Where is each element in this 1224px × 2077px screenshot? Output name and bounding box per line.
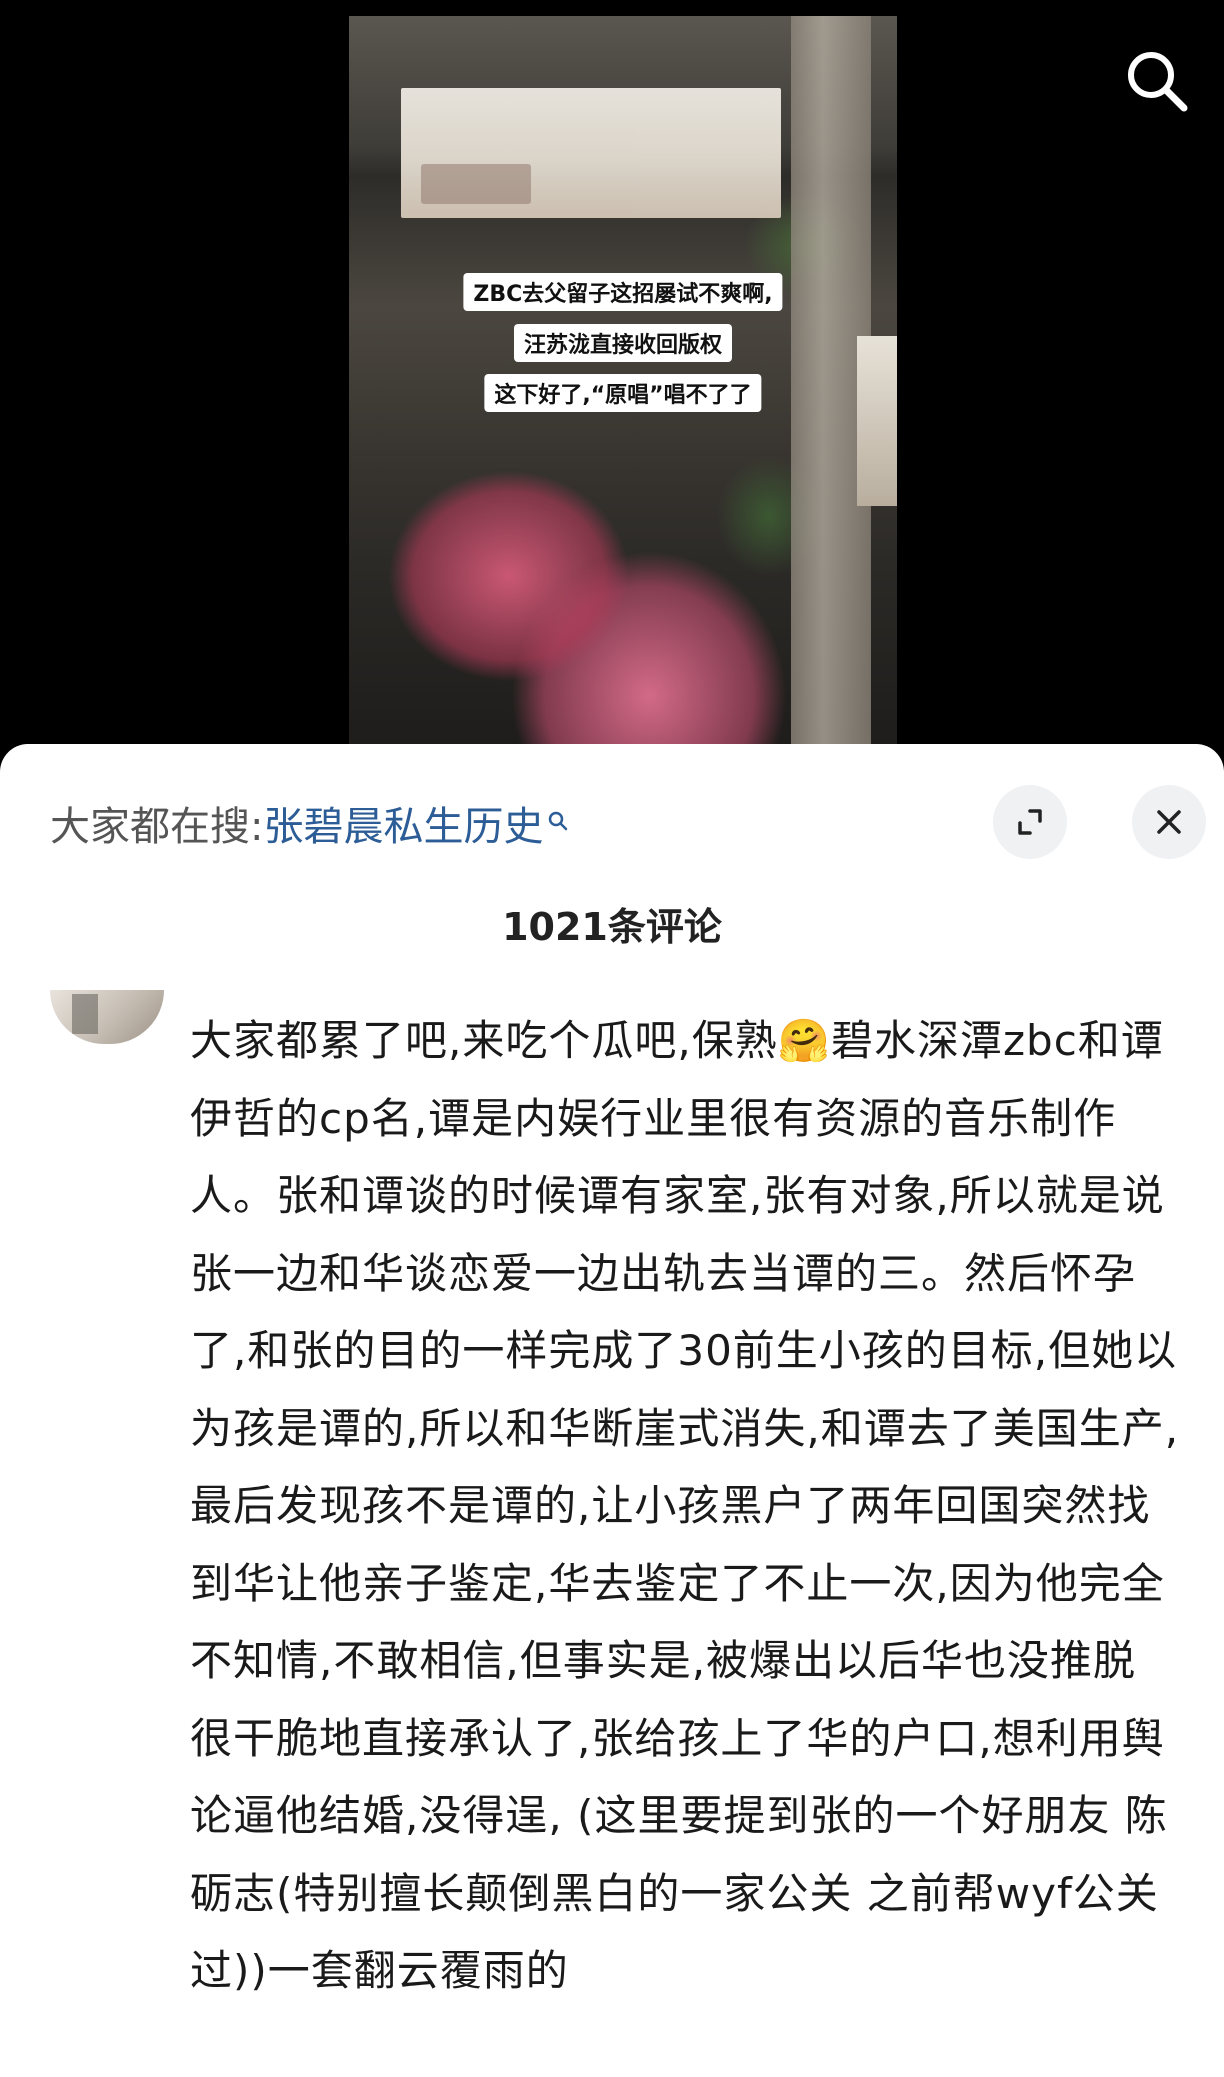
search-icon	[1128, 52, 1188, 112]
video-caption-line-2: 汪苏泷直接收回版权	[513, 324, 733, 362]
hug-emoji: 🤗	[777, 1016, 831, 1065]
close-icon	[1157, 810, 1181, 834]
video-scene-shop	[401, 88, 781, 218]
search-button[interactable]	[1122, 46, 1192, 116]
expand-icon	[1018, 809, 1042, 835]
hot-search-bar[interactable]: 大家都在搜:张碧晨私生历史	[50, 794, 569, 852]
video-player[interactable]: ZBC去父留子这招屡试不爽啊, 汪苏泷直接收回版权 这下好了,“原唱”唱不了了	[0, 0, 1224, 760]
search-mini-icon	[547, 796, 569, 842]
comment-text-part-1: 大家都累了吧,来吃个瓜吧,保熟	[190, 1016, 778, 1065]
comments-sheet: 大家都在搜:张碧晨私生历史 1021条评论 大家都累了吧,来吃个瓜吧,保熟🤗碧水…	[0, 744, 1224, 2077]
hot-search-link[interactable]: 张碧晨私生历史	[263, 804, 543, 850]
hot-search-label: 大家都在搜:	[50, 804, 264, 850]
video-scene-store	[857, 336, 897, 506]
comment-text-part-2: 碧水深潭zbc和谭伊哲的cp名,谭是内娱行业里很有资源的音乐制作人。张和谭谈的时…	[190, 1016, 1180, 1995]
avatar[interactable]	[50, 990, 164, 1044]
close-button[interactable]	[1132, 785, 1206, 859]
video-frame[interactable]: ZBC去父留子这招屡试不爽啊, 汪苏泷直接收回版权 这下好了,“原唱”唱不了了	[349, 16, 897, 744]
video-caption-line-1: ZBC去父留子这招屡试不爽啊,	[463, 273, 783, 311]
comment-text: 大家都累了吧,来吃个瓜吧,保熟🤗碧水深潭zbc和谭伊哲的cp名,谭是内娱行业里很…	[190, 1002, 1190, 2010]
video-caption-line-3: 这下好了,“原唱”唱不了了	[484, 374, 762, 412]
expand-button[interactable]	[993, 785, 1067, 859]
comment-count: 1021条评论	[502, 905, 722, 949]
